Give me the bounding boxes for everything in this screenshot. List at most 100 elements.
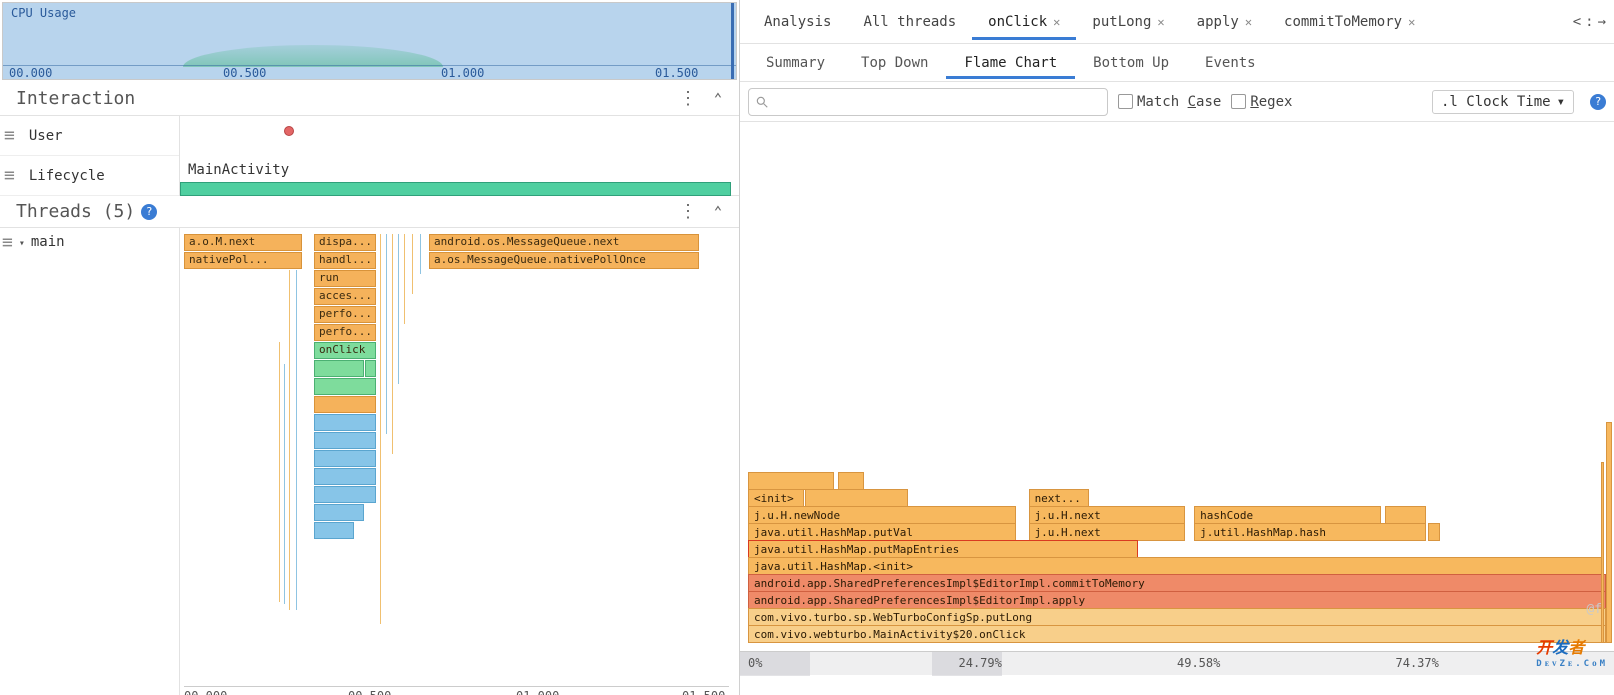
trace-frame[interactable]: dispa... [314, 234, 376, 251]
tab-summary[interactable]: Summary [748, 47, 843, 79]
trace-frame[interactable] [314, 432, 376, 449]
trace-frame[interactable] [314, 414, 376, 431]
flame-frame[interactable]: java.util.HashMap.putVal [748, 523, 1016, 541]
trace-frame[interactable] [314, 504, 364, 521]
tab-events[interactable]: Events [1187, 47, 1274, 79]
view-tabs: Summary Top Down Flame Chart Bottom Up E… [740, 44, 1614, 82]
close-icon[interactable]: ✕ [1245, 15, 1252, 29]
touch-event-icon[interactable] [284, 126, 294, 136]
interaction-row-lifecycle[interactable]: Lifecycle [0, 156, 179, 196]
lifecycle-label: Lifecycle [29, 168, 105, 184]
threads-header: Threads (5) ? [0, 196, 739, 228]
flame-frame[interactable]: android.app.SharedPreferencesImpl$Editor… [748, 574, 1606, 592]
more-icon[interactable] [677, 201, 699, 223]
thread-main-label: main [31, 234, 65, 250]
flame-chart[interactable]: <init> next... j.u.H.newNode j.u.H.next hash… [740, 122, 1614, 695]
tab-apply[interactable]: apply✕ [1181, 4, 1268, 40]
tab-flamechart[interactable]: Flame Chart [946, 47, 1075, 79]
flame-frame[interactable] [1385, 506, 1426, 524]
close-icon[interactable]: ✕ [1053, 15, 1060, 29]
trace-frame[interactable] [314, 468, 376, 485]
collapse-icon[interactable] [707, 88, 729, 110]
flame-frame[interactable]: j.u.H.next [1029, 506, 1185, 524]
flame-frame[interactable]: hashCode [1194, 506, 1381, 524]
search-input[interactable] [773, 95, 1101, 109]
cpu-selection-marker[interactable] [731, 3, 734, 79]
trace-frame[interactable]: handl... [314, 252, 376, 269]
interaction-timeline[interactable]: MainActivity [180, 116, 739, 195]
tab-all-threads[interactable]: All threads [847, 4, 972, 40]
close-icon[interactable]: ✕ [1408, 15, 1415, 29]
trace-frame[interactable]: run [314, 270, 376, 287]
tab-committomemory[interactable]: commitToMemory✕ [1268, 4, 1431, 40]
trace-frame[interactable] [314, 450, 376, 467]
flame-frame[interactable]: com.vivo.turbo.sp.WebTurboConfigSp.putLo… [748, 608, 1606, 626]
trace-frame[interactable] [314, 360, 364, 377]
trace-frame[interactable] [314, 486, 376, 503]
interaction-row-user[interactable]: User [0, 116, 179, 156]
search-icon [755, 95, 769, 109]
tab-topdown[interactable]: Top Down [843, 47, 946, 79]
flame-frame[interactable]: j.u.H.next [1029, 523, 1185, 541]
tab-nav: < : → [1573, 14, 1606, 30]
trace-frame[interactable]: android.os.MessageQueue.next [429, 234, 699, 251]
flame-frame[interactable]: <init> [748, 489, 804, 507]
brand-watermark: 开发者 DᴇᴠZᴇ.CᴏM [1536, 634, 1608, 669]
analysis-tabs: Analysis All threads onClick✕ putLong✕ a… [740, 0, 1614, 44]
thread-main-row[interactable]: main [0, 228, 179, 256]
watermark: @f [1586, 602, 1602, 617]
collapse-icon[interactable] [707, 201, 729, 223]
trace-frame[interactable] [314, 396, 376, 413]
time-mode-dropdown[interactable]: .l Clock Time ▾ [1432, 90, 1574, 114]
cpu-usage-strip[interactable]: CPU Usage 00.000 00.500 01.000 01.500 [2, 2, 737, 80]
expand-icon[interactable] [19, 234, 25, 250]
flame-frame[interactable]: java.util.HashMap.putMapEntries [748, 540, 1138, 558]
trace-frame[interactable] [314, 522, 354, 539]
mainactivity-bar[interactable]: MainActivity [180, 160, 731, 191]
threads-body: main a.o.M.next dispa... android.os.Mess… [0, 228, 739, 695]
tab-analysis[interactable]: Analysis [748, 4, 847, 40]
flame-frame[interactable]: com.vivo.webturbo.MainActivity$20.onClic… [748, 625, 1606, 643]
tab-putlong[interactable]: putLong✕ [1076, 4, 1180, 40]
regex-checkbox[interactable]: Regex [1231, 94, 1292, 110]
trace-frame[interactable]: perfo... [314, 306, 376, 323]
flame-frame[interactable] [838, 472, 864, 490]
search-input-box[interactable] [748, 88, 1108, 116]
trace-frame[interactable]: acces... [314, 288, 376, 305]
flame-frame[interactable]: j.util.HashMap.hash [1194, 523, 1426, 541]
help-icon[interactable]: ? [1590, 94, 1606, 110]
trace-frame[interactable]: a.os.MessageQueue.nativePollOnce [429, 252, 699, 269]
search-bar: Match Case Regex .l Clock Time ▾ ? [740, 82, 1614, 122]
nav-left-icon[interactable]: < [1573, 14, 1581, 30]
hamburger-icon [4, 165, 15, 186]
trace-frame[interactable]: nativePol... [184, 252, 302, 269]
flame-frame[interactable]: java.util.HashMap.<init> [748, 557, 1602, 575]
flame-narrow-strip[interactable] [1606, 422, 1612, 643]
flame-frame[interactable]: next... [1029, 489, 1089, 507]
nav-right-icon[interactable]: → [1598, 14, 1606, 30]
close-icon[interactable]: ✕ [1157, 15, 1164, 29]
flame-frame[interactable]: android.app.SharedPreferencesImpl$Editor… [748, 591, 1606, 609]
trace-frame[interactable]: a.o.M.next [184, 234, 302, 251]
trace-frame[interactable]: perfo... [314, 324, 376, 341]
flame-frame[interactable]: j.u.H.newNode [748, 506, 1016, 524]
trace-frame-onclick[interactable]: onClick [314, 342, 376, 359]
flame-frame[interactable] [748, 472, 834, 490]
mini-timeline-scale: 00.000 00.500 01.000 01.500 [184, 686, 729, 687]
flame-frame[interactable] [1428, 523, 1440, 541]
dropdown-label: .l Clock Time [1441, 94, 1551, 110]
interaction-header: Interaction [0, 82, 739, 116]
match-case-checkbox[interactable]: Match Case [1118, 94, 1221, 110]
checkbox-icon [1118, 94, 1133, 109]
trace-frame[interactable] [314, 378, 376, 395]
trace-frame[interactable] [365, 360, 376, 377]
threads-title: Threads (5) [6, 201, 135, 222]
interaction-body: User Lifecycle MainActivity [0, 116, 739, 196]
tab-onclick[interactable]: onClick✕ [972, 4, 1076, 40]
interaction-left: User Lifecycle [0, 116, 180, 195]
tab-bottomup[interactable]: Bottom Up [1075, 47, 1187, 79]
more-icon[interactable] [677, 88, 699, 110]
help-icon[interactable]: ? [141, 204, 157, 220]
flame-frame[interactable] [805, 489, 908, 507]
thread-trace-area[interactable]: a.o.M.next dispa... android.os.MessageQu… [180, 228, 739, 695]
